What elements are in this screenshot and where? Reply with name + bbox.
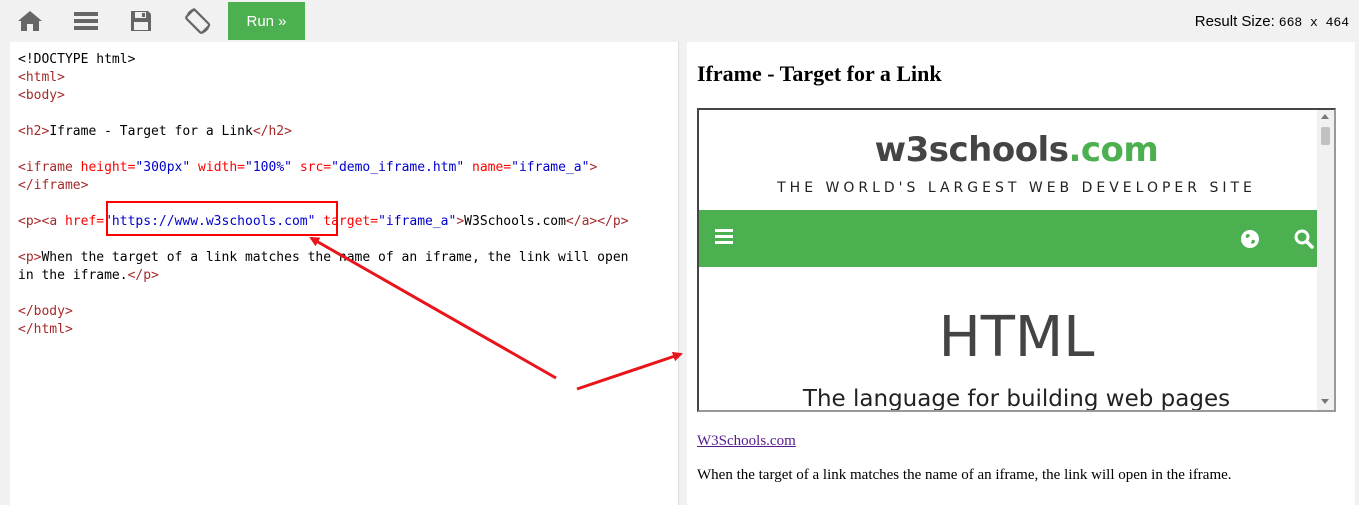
rotate-icon[interactable] [184,7,212,35]
w3schools-tagline: THE WORLD'S LARGEST WEB DEVELOPER SITE [777,180,1256,196]
hamburger-menu-icon[interactable] [713,228,735,246]
scroll-up-arrow-icon[interactable] [1321,114,1329,119]
home-icon[interactable] [16,8,44,34]
result-size-label: Result Size: [1194,13,1275,30]
menu-icon[interactable] [72,8,100,34]
result-size: Result Size: 668 x 464 [1195,13,1349,30]
search-icon[interactable] [1294,229,1314,254]
pane-divider[interactable] [679,42,687,505]
result-heading: Iframe - Target for a Link [697,61,942,86]
result-paragraph: When the target of a link matches the na… [697,467,1232,483]
result-size-value: 668 x 464 [1278,15,1349,30]
html-subtitle: The language for building web pages [802,386,1231,412]
result-pane: Iframe - Target for a Link w3schools.com… [687,42,1355,505]
run-button[interactable]: Run » [228,2,305,40]
scrollbar-thumb[interactable] [1321,127,1330,145]
w3schools-logo[interactable]: w3schools.com [699,130,1334,170]
scroll-down-arrow-icon[interactable] [1321,399,1329,404]
html-title: HTML [938,305,1095,370]
toolbar: Run » Result Size: 668 x 464 [0,0,1359,42]
w3schools-link[interactable]: W3Schools.com [697,433,796,450]
iframe-scrollbar[interactable] [1317,110,1334,410]
globe-icon[interactable] [1240,229,1260,254]
result-iframe[interactable]: w3schools.com THE WORLD'S LARGEST WEB DE… [697,108,1336,412]
code-text[interactable]: <!DOCTYPE html> <html> <body> <h2>Iframe… [10,42,678,339]
save-icon[interactable] [127,8,155,34]
code-editor[interactable]: <!DOCTYPE html> <html> <body> <h2>Iframe… [10,42,679,505]
highlighted-href: "https://www.w3schools.com" [104,214,316,229]
w3schools-navbar [699,210,1334,267]
